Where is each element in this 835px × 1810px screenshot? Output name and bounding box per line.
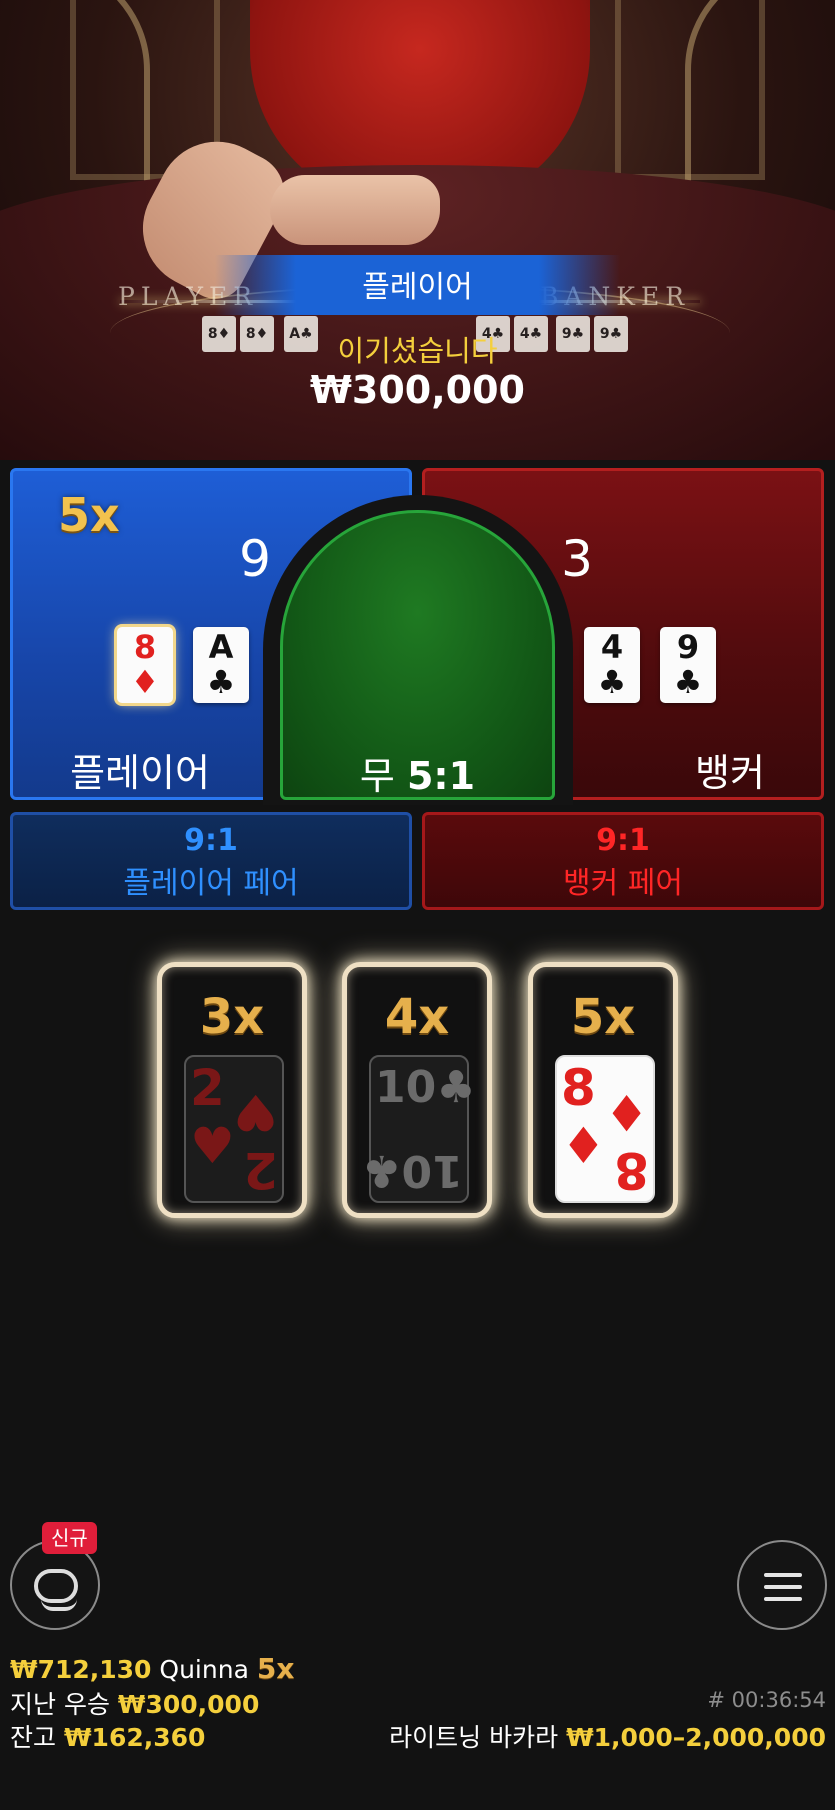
club-icon: ♣ xyxy=(673,663,703,701)
tie-odds: 5:1 xyxy=(406,754,476,798)
banker-card: 4 ♣ xyxy=(584,627,640,703)
round-id: # 00:36:54 xyxy=(707,1688,826,1712)
diamond-icon: ♦ xyxy=(604,1083,649,1141)
club-icon: ♣ xyxy=(206,663,236,701)
balance-value: ₩162,360 xyxy=(63,1723,206,1752)
banker-pair-label: 뱅커 페어 xyxy=(563,866,683,901)
banker-score: 3 xyxy=(561,530,593,588)
last-win-row: 지난 우승 ₩300,000 xyxy=(10,1685,259,1721)
card-rank: 9 xyxy=(676,628,700,666)
lightning-card: 5x 8 ♦ 8 ♦ xyxy=(528,962,678,1218)
background-arch xyxy=(615,0,765,180)
lightning-multiplier: 4x xyxy=(384,989,450,1045)
game-name: 라이트닝 바카라 xyxy=(389,1723,559,1752)
player-card: 8 ♦ xyxy=(117,627,173,703)
last-win-label: 지난 우승 xyxy=(10,1690,110,1719)
card-rank: 8 xyxy=(133,628,157,666)
winner-ticker: ₩712,130 Quinna 5x xyxy=(10,1652,294,1685)
winner-name: Quinna xyxy=(159,1655,249,1684)
balance-row: 잔고 ₩162,360 xyxy=(10,1718,205,1754)
card-rank: 10♣ xyxy=(362,1145,463,1196)
tie-label: 무 5:1 xyxy=(280,745,555,800)
lightning-card-face: 2 ♥ 2 ♥ xyxy=(184,1055,284,1203)
lightning-card-face: 10♣ 10♣ xyxy=(362,1055,476,1203)
card-rank: A xyxy=(208,628,234,666)
player-score: 9 xyxy=(239,530,271,588)
result-message: 이기셨습니다 xyxy=(337,334,498,368)
banker-card: 9 ♣ xyxy=(660,627,716,703)
balance-label: 잔고 xyxy=(10,1723,57,1752)
tie-name: 무 xyxy=(359,754,395,798)
result-title: 플레이어 xyxy=(362,270,473,305)
lightning-multiplier: 5x xyxy=(570,989,636,1045)
player-pair-bet-spot[interactable]: 9:1 플레이어 페어 xyxy=(10,812,412,910)
banker-pair-odds: 9:1 xyxy=(596,823,650,858)
player-pair-label: 플레이어 페어 xyxy=(123,866,299,901)
lightning-multiplier: 3x xyxy=(199,989,265,1045)
chat-icon xyxy=(34,1569,78,1611)
winner-amount: ₩712,130 xyxy=(10,1655,152,1684)
table-limits[interactable]: 라이트닝 바카라 ₩1,000–2,000,000 xyxy=(389,1718,826,1754)
bet-limits: ₩1,000–2,000,000 xyxy=(566,1723,826,1752)
menu-icon xyxy=(764,1585,802,1589)
result-amount: ₩300,000 xyxy=(310,368,525,412)
menu-icon xyxy=(764,1597,802,1601)
player-pair-odds: 9:1 xyxy=(184,823,238,858)
card-rank: 8 ♦ xyxy=(604,1083,649,1199)
dealer-hand xyxy=(270,175,440,245)
card-rank: 2 ♥ xyxy=(233,1083,278,1199)
card-rank: 10♣ xyxy=(375,1062,476,1113)
player-multiplier-badge: 5x xyxy=(58,488,120,542)
heart-icon: ♥ xyxy=(233,1083,278,1141)
banker-label: 뱅커 xyxy=(695,751,765,795)
card-rank: 4 xyxy=(600,628,624,666)
last-win-value: ₩300,000 xyxy=(117,1690,260,1719)
club-icon: ♣ xyxy=(362,1145,402,1196)
club-icon: ♣ xyxy=(597,663,627,701)
menu-icon xyxy=(764,1573,802,1577)
lightning-card: 4x 10♣ 10♣ xyxy=(342,962,492,1218)
lightning-card-face: 8 ♦ 8 ♦ xyxy=(555,1055,655,1203)
winner-multiplier: 5x xyxy=(256,1652,295,1685)
new-badge: 신규 xyxy=(42,1522,97,1554)
diamond-icon: ♦ xyxy=(130,663,160,701)
lightning-card: 3x 2 ♥ 2 ♥ xyxy=(157,962,307,1218)
player-label: 플레이어 xyxy=(70,751,210,795)
player-card: A ♣ xyxy=(193,627,249,703)
menu-button[interactable] xyxy=(737,1540,827,1630)
club-icon: ♣ xyxy=(436,1062,476,1113)
banker-pair-bet-spot[interactable]: 9:1 뱅커 페어 xyxy=(422,812,824,910)
